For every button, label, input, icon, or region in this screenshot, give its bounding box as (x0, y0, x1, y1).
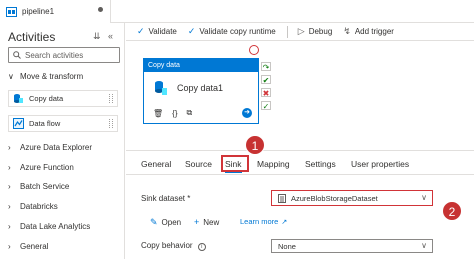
open-label: Open (161, 218, 182, 227)
tab-settings[interactable]: Settings (305, 159, 336, 169)
copy-data-activity-card[interactable]: Copy data Copy data1 🗑 {} ⧉ ➜ (143, 58, 259, 124)
tab-source[interactable]: Source (185, 159, 212, 169)
chevron-down-icon: ∨ (8, 72, 14, 81)
chevron-right-icon: › (8, 182, 11, 191)
plus-icon: + (194, 217, 200, 227)
section-label: Azure Data Explorer (20, 143, 93, 152)
drag-handle[interactable] (109, 119, 113, 128)
section-label: Batch Service (20, 182, 70, 191)
unsaved-indicator (98, 7, 103, 12)
copy-behavior-value: None (278, 241, 296, 251)
sink-tab-highlight (221, 155, 249, 172)
chevron-down-icon: ∨ (421, 193, 427, 202)
tab-general[interactable]: General (141, 159, 171, 169)
section-general[interactable]: › General (8, 242, 48, 251)
validate-button[interactable]: ✓ Validate (137, 26, 177, 37)
info-icon[interactable]: i (197, 243, 206, 251)
step-badge-2: 2 (442, 201, 462, 221)
copy-behavior-label: Copy behavior (141, 241, 193, 250)
sink-dataset-select[interactable]: AzureBlobStorageDataset ∨ (271, 190, 433, 206)
section-azure-function[interactable]: › Azure Function (8, 163, 74, 172)
checkmark-icon: ✓ (187, 26, 196, 36)
copy-data-icon (13, 93, 24, 104)
activity-name: Copy data1 (177, 83, 224, 93)
data-flow-icon (13, 118, 24, 129)
search-input[interactable] (25, 50, 115, 60)
chevron-right-icon: › (8, 222, 11, 231)
learn-more-label: Learn more (240, 217, 279, 226)
chevron-right-icon: › (8, 163, 11, 172)
validate-copy-runtime-button[interactable]: ✓ Validate copy runtime (188, 26, 276, 37)
learn-more-link[interactable]: Learn more ↗ (240, 217, 287, 226)
code-icon[interactable]: {} (172, 109, 177, 118)
checkmark-icon: ✓ (137, 26, 145, 36)
lightning-icon: ↯ (343, 26, 351, 36)
add-trigger-label: Add trigger (354, 27, 394, 36)
chevron-down-icon: ∨ (421, 241, 427, 250)
section-label: Databricks (20, 202, 58, 211)
pipeline-tab[interactable]: pipeline1 (0, 0, 111, 23)
pencil-icon: ✎ (150, 217, 158, 227)
on-failure-port-icon[interactable]: ✖ (261, 88, 271, 98)
chevron-right-icon: › (8, 143, 11, 152)
pipeline-tab-label: pipeline1 (22, 7, 55, 16)
activity-label: Data flow (29, 119, 61, 128)
search-icon (13, 51, 21, 59)
dataset-icon (278, 193, 286, 203)
section-label: General (20, 242, 49, 251)
step-badge-1: 1 (245, 135, 265, 155)
copy-behavior-select[interactable]: None ∨ (271, 239, 433, 253)
chevron-right-icon: › (8, 242, 11, 251)
annotation-circle (249, 45, 259, 55)
properties-tabs: General Source Sink Mapping Settings Use… (126, 151, 474, 175)
section-label: Azure Function (20, 163, 74, 172)
debug-label: Debug (308, 27, 333, 36)
sink-dataset-label: Sink dataset * (141, 194, 191, 203)
pipeline-toolbar: ✓ Validate ✓ Validate copy runtime ▷ Deb… (126, 23, 474, 41)
new-dataset-button[interactable]: + New (194, 217, 219, 227)
tab-user-properties[interactable]: User properties (351, 159, 409, 169)
clone-icon[interactable]: ⧉ (187, 108, 193, 118)
open-dataset-button[interactable]: ✎ Open (150, 217, 181, 228)
new-label: New (203, 217, 220, 227)
section-label: Move & transform (20, 72, 84, 81)
properties-panel: General Source Sink Mapping Settings Use… (126, 150, 474, 259)
drag-handle[interactable] (109, 94, 113, 103)
toolbar-divider (286, 25, 288, 38)
external-link-icon: ↗ (281, 218, 288, 226)
play-icon: ▷ (297, 26, 305, 36)
chevron-right-icon: › (8, 202, 11, 211)
search-activities-box[interactable] (8, 47, 120, 63)
activities-panel: Activities ⇊ « ∨ Move & transform Copy d… (0, 23, 125, 259)
debug-button[interactable]: ▷ Debug (286, 25, 333, 38)
collapse-all-icon[interactable]: ⇊ (93, 31, 101, 42)
hide-panel-icon[interactable]: « (108, 31, 113, 41)
arrow-right-icon[interactable]: ➜ (242, 108, 252, 118)
on-skip-port-icon[interactable]: ↷ (261, 62, 271, 72)
pipeline-canvas[interactable]: Copy data Copy data1 🗑 {} ⧉ ➜ ↷ ✔ ✖ ✓ (126, 42, 474, 150)
activity-copy-data[interactable]: Copy data (8, 90, 118, 107)
section-azure-data-explorer[interactable]: › Azure Data Explorer (8, 143, 92, 152)
validate-label: Validate (148, 27, 177, 36)
section-batch-service[interactable]: › Batch Service (8, 182, 69, 191)
document-tab-strip: pipeline1 (0, 0, 474, 23)
copy-behavior-label-wrap: Copy behavior i (141, 241, 206, 251)
activity-data-flow[interactable]: Data flow (8, 115, 118, 132)
on-success-port-icon[interactable]: ✔ (261, 75, 271, 85)
activity-type-header: Copy data (144, 59, 258, 72)
on-completion-port-icon[interactable]: ✓ (261, 101, 271, 111)
add-trigger-button[interactable]: ↯ Add trigger (343, 26, 394, 37)
pipeline-icon (6, 6, 17, 17)
validate-copy-runtime-label: Validate copy runtime (199, 27, 276, 36)
delete-icon[interactable]: 🗑 (153, 109, 163, 118)
section-data-lake-analytics[interactable]: › Data Lake Analytics (8, 222, 90, 231)
section-databricks[interactable]: › Databricks (8, 202, 58, 211)
sink-dataset-value: AzureBlobStorageDataset (291, 193, 378, 203)
copy-data-icon (154, 80, 168, 96)
tab-mapping[interactable]: Mapping (257, 159, 290, 169)
activity-label: Copy data (29, 94, 64, 103)
activities-title: Activities (8, 30, 56, 44)
section-label: Data Lake Analytics (20, 222, 91, 231)
section-move-transform[interactable]: ∨ Move & transform (8, 72, 83, 81)
